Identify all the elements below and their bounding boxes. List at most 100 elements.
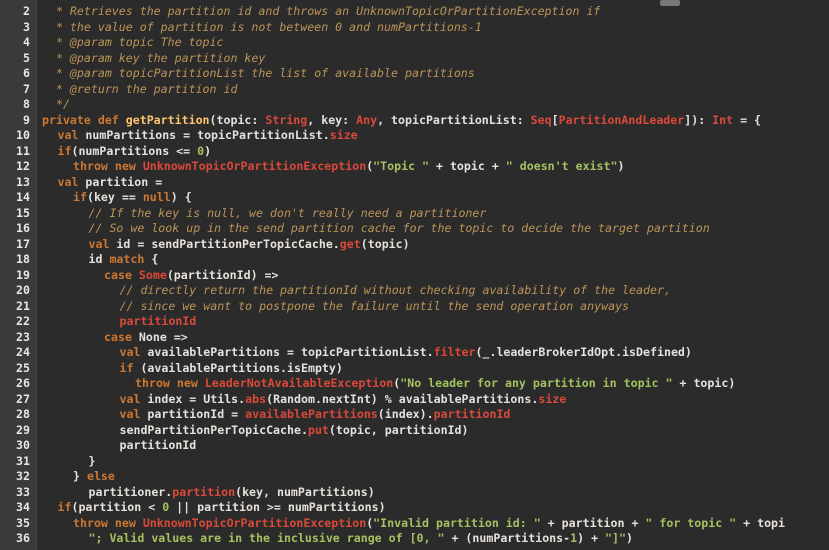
- code-text: partitionId: [120, 314, 197, 330]
- code-token: // since we want to postpone the failure…: [119, 298, 630, 313]
- code-token: get: [339, 236, 361, 251]
- line-number: 36: [16, 531, 30, 545]
- code-line[interactable]: 35 throw new UnknownTopicOrPartitionExcep…: [0, 516, 829, 532]
- code-line[interactable]: 22 partitionId: [0, 314, 829, 330]
- line-number: 15: [16, 205, 30, 220]
- code-token: (key, numPartitions): [235, 484, 375, 499]
- code-token: */: [42, 97, 70, 111]
- code-text: val partition =: [58, 175, 163, 191]
- code-text: sendPartitionPerTopicCache.put(topic, pa…: [120, 423, 469, 439]
- code-token: numPartitions = topicPartitionList.: [85, 128, 330, 142]
- code-token: partitioner.: [88, 484, 173, 499]
- code-token: + (numPartitions-: [444, 531, 571, 545]
- line-number: 14: [16, 190, 30, 204]
- code-token: if: [119, 360, 141, 375]
- line-number: 34: [16, 500, 30, 514]
- code-token: + topi: [736, 515, 786, 530]
- code-token: , key:: [307, 112, 357, 127]
- line-number: 24: [16, 345, 30, 359]
- code-line[interactable]: 4 * @param topic The topic: [0, 35, 829, 51]
- code-token: ]):: [684, 112, 713, 127]
- code-line[interactable]: 20 // directly return the partitionId wit…: [0, 283, 829, 299]
- code-line[interactable]: 36 "; Valid values are in the inclusive r…: [0, 531, 829, 547]
- line-number: 27: [16, 391, 30, 406]
- code-text: if(partition < 0 || partition >= numPart…: [58, 500, 386, 516]
- code-token: filter: [433, 345, 476, 359]
- code-line[interactable]: 7 * @return the partition id: [0, 82, 829, 98]
- line-number: 12: [16, 159, 30, 173]
- code-token: {: [144, 252, 159, 266]
- line-number: 33: [16, 484, 30, 499]
- code-line[interactable]: 18 id match {: [0, 252, 829, 268]
- code-token: // So we look up in the send partition c…: [88, 221, 710, 235]
- code-line[interactable]: 11 if(numPartitions <= 0): [0, 144, 829, 160]
- code-text: }: [89, 454, 96, 470]
- code-line[interactable]: 29 sendPartitionPerTopicCache.put(topic, …: [0, 423, 829, 439]
- code-line[interactable]: 5 * @param key the partition key: [0, 51, 829, 67]
- code-token: (topic): [360, 236, 410, 251]
- code-token: ): [204, 143, 212, 158]
- code-text: "; Valid values are in the inclusive ran…: [89, 531, 633, 547]
- code-token: sendPartitionPerTopicCache.: [119, 422, 308, 437]
- code-token: throw new: [73, 515, 143, 530]
- code-line[interactable]: 10 val numPartitions = topicPartitionList…: [0, 128, 829, 144]
- code-token: UnknownTopicOrPartitionException: [142, 515, 367, 530]
- code-token: (_.leaderBrokerIdOpt.isDefined): [475, 345, 692, 359]
- code-token: (key ==: [86, 190, 143, 204]
- code-token: }: [73, 469, 87, 483]
- code-line[interactable]: 8 */: [0, 97, 829, 113]
- code-line[interactable]: 24 val availablePartitions = topicPartiti…: [0, 345, 829, 361]
- code-line[interactable]: 33 partitioner.partition(key, numPartitio…: [0, 485, 829, 501]
- code-text: if(key == null) {: [73, 190, 192, 206]
- code-token: (Random.nextInt) % availablePartitions.: [266, 391, 539, 406]
- code-line[interactable]: 15 // If the key is null, we don't really…: [0, 206, 829, 222]
- code-line[interactable]: 2 * Retrieves the partition id and throw…: [0, 4, 829, 20]
- code-text: // So we look up in the send partition c…: [89, 221, 710, 237]
- line-number: 23: [16, 329, 30, 344]
- code-editor[interactable]: 2 * Retrieves the partition id and throw…: [0, 0, 829, 550]
- code-line[interactable]: 26 throw new LeaderNotAvailableException(…: [0, 376, 829, 392]
- code-line[interactable]: 12 throw new UnknownTopicOrPartitionExcep…: [0, 159, 829, 175]
- line-number: 17: [16, 236, 30, 251]
- code-token: " doesn't exist": [505, 159, 618, 173]
- code-token: id = sendPartitionPerTopicCache.: [116, 236, 340, 251]
- line-number: 4: [23, 35, 30, 49]
- code-line[interactable]: 17 val id = sendPartitionPerTopicCache.ge…: [0, 237, 829, 253]
- line-number: 2: [23, 4, 30, 18]
- code-line[interactable]: 27 val index = Utils.abs(Random.nextInt) …: [0, 392, 829, 408]
- code-line[interactable]: 28 val partitionId = availablePartitions(…: [0, 407, 829, 423]
- code-token: index = Utils.: [147, 391, 246, 406]
- code-text: * @param key the partition key: [42, 51, 265, 67]
- line-number: 30: [16, 438, 30, 452]
- code-token: ): [625, 531, 633, 545]
- code-line[interactable]: 30 partitionId: [0, 438, 829, 454]
- code-line[interactable]: 32} else: [0, 469, 829, 485]
- code-line[interactable]: 21 // since we want to postpone the failu…: [0, 299, 829, 315]
- code-token: if: [57, 500, 72, 514]
- code-line[interactable]: 13 val partition =: [0, 175, 829, 191]
- line-number: 25: [16, 360, 30, 375]
- code-token: * @return the partition id: [42, 81, 238, 96]
- code-line[interactable]: 23 case None =>: [0, 330, 829, 346]
- code-line[interactable]: 25 if (availablePartitions.isEmpty): [0, 361, 829, 377]
- code-line[interactable]: 34 if(partition < 0 || partition >= numPa…: [0, 500, 829, 516]
- code-token: "]": [605, 531, 626, 545]
- code-line[interactable]: 3 * the value of partition is not betwee…: [0, 20, 829, 36]
- code-text: val id = sendPartitionPerTopicCache.get(…: [89, 237, 410, 253]
- code-token: * Retrieves the partition id and throws …: [42, 4, 601, 18]
- code-token: availablePartitions: [245, 407, 378, 421]
- code-line[interactable]: 6 * @param topicPartitionList the list o…: [0, 66, 829, 82]
- code-line[interactable]: 31}: [0, 454, 829, 470]
- code-token: if: [57, 143, 72, 158]
- code-line[interactable]: 14 if(key == null) {: [0, 190, 829, 206]
- code-line[interactable]: 16 // So we look up in the send partition…: [0, 221, 829, 237]
- code-text: if(numPartitions <= 0): [58, 144, 212, 160]
- code-line[interactable]: 9 private def getPartition(topic: String,…: [0, 113, 829, 129]
- code-token: private def: [42, 112, 126, 127]
- code-token: partition =: [85, 174, 163, 189]
- code-token: "; Valid values are in the inclusive ran…: [88, 531, 445, 545]
- code-token: partitionId: [119, 314, 197, 328]
- code-text: val numPartitions = topicPartitionList.s…: [58, 128, 358, 144]
- code-token: * the value of partition is not between …: [42, 19, 482, 34]
- code-line[interactable]: 19 case Some(partitionId) =>: [0, 268, 829, 284]
